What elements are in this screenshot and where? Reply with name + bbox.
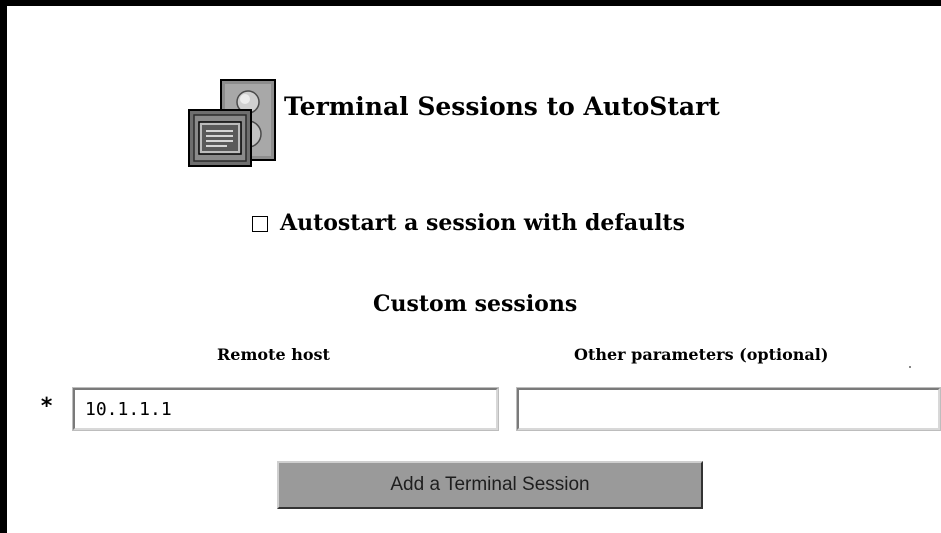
terminal-sessions-icon — [187, 78, 277, 168]
other-parameters-column-header: Other parameters (optional) — [574, 345, 829, 364]
required-marker: * — [40, 394, 54, 419]
autostart-checkbox[interactable] — [252, 216, 268, 232]
header — [187, 78, 277, 168]
add-terminal-session-button[interactable]: Add a Terminal Session — [277, 461, 703, 509]
autostart-label: Autostart a session with defaults — [280, 210, 685, 236]
stray-dot — [909, 366, 911, 368]
page-frame: Terminal Sessions to AutoStart Autostart… — [0, 0, 941, 533]
autostart-option[interactable]: Autostart a session with defaults — [252, 210, 685, 236]
other-parameters-input[interactable] — [516, 387, 941, 431]
page-title: Terminal Sessions to AutoStart — [284, 92, 720, 121]
remote-host-input[interactable] — [72, 387, 499, 431]
remote-host-column-header: Remote host — [217, 345, 330, 364]
custom-sessions-heading: Custom sessions — [373, 291, 578, 317]
